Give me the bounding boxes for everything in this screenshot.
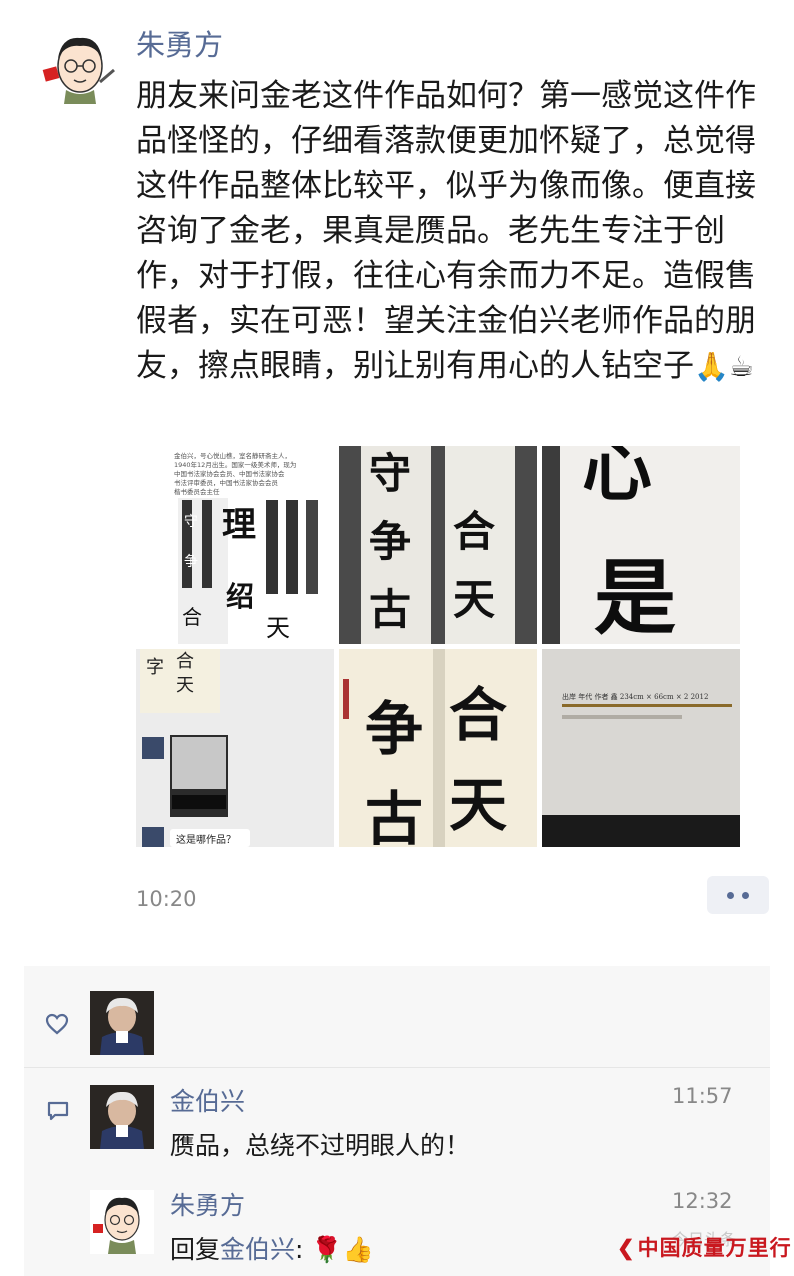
comment-text: 回复金伯兴: 🌹👍 — [170, 1230, 374, 1266]
post-time: 10:20 — [136, 887, 197, 911]
photo-5-char: 合 — [449, 681, 507, 749]
photo-6[interactable]: 出岸 年代 作者 鑫 234cm × 66cm × 2 2012 — [542, 649, 740, 847]
svg-text:守: 守 — [184, 514, 198, 530]
photo-1-text-line: 楷书委员会主任 — [174, 487, 220, 496]
more-dot-icon — [727, 892, 734, 899]
photo-4-char: 天 — [176, 675, 194, 696]
post-body: 朋友来问金老这件作品如何？第一感觉这件作品怪怪的，仔细看落款便更加怀疑了，总觉得… — [136, 78, 756, 384]
photo-4-char: 字 — [146, 657, 164, 678]
commenter-name[interactable]: 朱勇方 — [170, 1186, 245, 1222]
post-text: 朋友来问金老这件作品如何？第一感觉这件作品怪怪的，仔细看落款便更加怀疑了，总觉得… — [136, 74, 756, 389]
brand-watermark: ❮中国质量万里行 — [617, 1232, 792, 1262]
panel-divider — [24, 1067, 770, 1068]
photo-5[interactable]: 争 古 合 天 — [339, 649, 537, 847]
more-dot-icon — [742, 892, 749, 899]
photo-3-char: 是 — [594, 550, 676, 644]
photo-2-char: 守 — [369, 449, 411, 498]
photo-2-char: 天 — [453, 575, 495, 624]
brand-chevron-icon: ❮ — [617, 1235, 636, 1260]
photo-2[interactable]: 守 争 古 合 天 — [339, 446, 537, 644]
photo-4-char: 合 — [176, 651, 194, 672]
comment-icon — [47, 1101, 69, 1121]
photo-5-char: 天 — [449, 771, 507, 839]
reply-colon: : — [295, 1235, 304, 1264]
comment-text: 赝品，总绕不过明眼人的！ — [170, 1131, 471, 1160]
photo-2-char: 古 — [369, 585, 411, 634]
photo-2-char: 合 — [453, 507, 495, 556]
svg-text:理: 理 — [222, 505, 256, 545]
comment-time: 12:32 — [672, 1189, 733, 1213]
svg-text:合: 合 — [182, 605, 202, 629]
photo-4[interactable]: 字 合 天 这是哪作品？ — [136, 649, 334, 847]
photo-5-char: 争 — [365, 695, 423, 763]
svg-text:天: 天 — [266, 614, 290, 642]
commenter-avatar[interactable] — [90, 1190, 154, 1254]
photo-1-text-line: 金伯兴，号心悦山樵，室名静研斋主人， — [174, 451, 291, 460]
liker-avatar[interactable] — [90, 991, 154, 1055]
brand-watermark-text: 中国质量万里行 — [637, 1235, 792, 1260]
svg-text:绍: 绍 — [226, 580, 254, 613]
comment-time: 11:57 — [672, 1084, 733, 1108]
svg-text:争: 争 — [184, 554, 198, 570]
photo-grid: 金伯兴，号心悦山樵，室名静研斋主人， 1940年12月出生。国家一级美术师，现为… — [136, 446, 740, 847]
photo-3[interactable]: 心 是 — [542, 446, 740, 644]
photo-1-text-line: 中国书法家协会会员、中国书法家协会 — [174, 469, 285, 478]
photo-1-text-line: 1940年12月出生。国家一级美术师，现为 — [174, 460, 296, 469]
photo-2-char: 争 — [369, 517, 411, 566]
commenter-avatar[interactable] — [90, 1085, 154, 1149]
commenter-name[interactable]: 金伯兴 — [170, 1082, 245, 1118]
author-avatar[interactable] — [40, 26, 120, 106]
photo-4-chat-text: 这是哪作品？ — [176, 833, 236, 846]
photo-3-char: 心 — [582, 446, 652, 511]
photo-5-char: 古 — [365, 785, 423, 847]
photo-1-text-line: 书法评审委员，中国书法家协会会员 — [174, 478, 279, 487]
reply-emoji: 🌹👍 — [311, 1235, 374, 1264]
author-name[interactable]: 朱勇方 — [136, 22, 223, 64]
reply-target-name[interactable]: 金伯兴 — [220, 1235, 295, 1264]
photo-1[interactable]: 金伯兴，号心悦山樵，室名静研斋主人， 1940年12月出生。国家一级美术师，现为… — [136, 446, 334, 644]
post-emoji: 🙏☕ — [694, 350, 754, 383]
reply-prefix: 回复 — [170, 1235, 221, 1264]
heart-icon — [45, 1013, 69, 1035]
more-actions-button[interactable] — [707, 876, 769, 914]
photo-6-caption: 出岸 年代 作者 鑫 234cm × 66cm × 2 2012 — [562, 692, 708, 701]
